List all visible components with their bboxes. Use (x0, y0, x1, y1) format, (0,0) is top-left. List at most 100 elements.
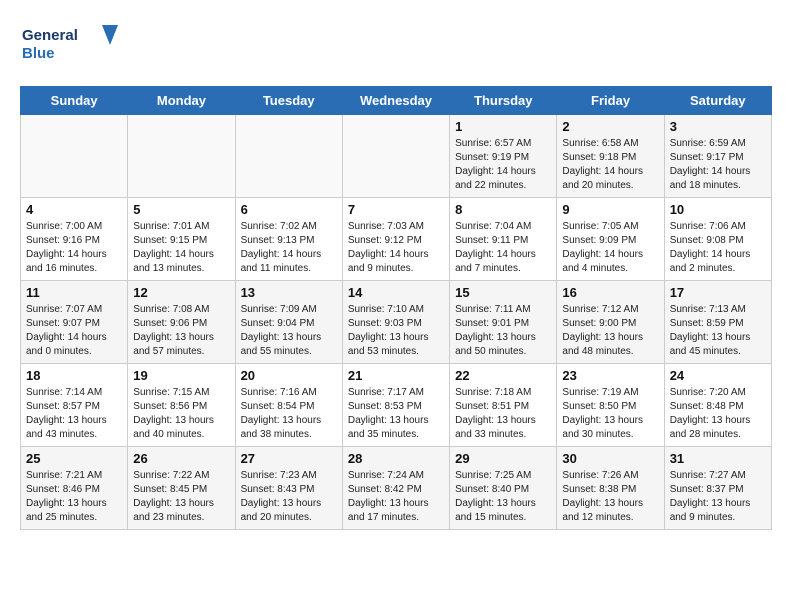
day-number: 19 (133, 368, 229, 383)
calendar-cell (128, 115, 235, 198)
logo-svg: General Blue (20, 20, 120, 70)
day-info: Sunrise: 7:26 AM Sunset: 8:38 PM Dayligh… (562, 469, 658, 525)
day-number: 16 (562, 285, 658, 300)
day-info: Sunrise: 7:16 AM Sunset: 8:54 PM Dayligh… (241, 386, 337, 442)
day-info: Sunrise: 7:18 AM Sunset: 8:51 PM Dayligh… (455, 386, 551, 442)
day-number: 28 (348, 451, 444, 466)
day-info: Sunrise: 7:14 AM Sunset: 8:57 PM Dayligh… (26, 386, 122, 442)
calendar-cell: 27 Sunrise: 7:23 AM Sunset: 8:43 PM Dayli… (235, 447, 342, 530)
calendar-cell: 4Sunrise: 7:00 AM Sunset: 9:16 PM Daylig… (21, 198, 128, 281)
day-info: Sunrise: 7:21 AM Sunset: 8:46 PM Dayligh… (26, 469, 122, 525)
day-info: Sunrise: 7:09 AM Sunset: 9:04 PM Dayligh… (241, 303, 337, 359)
day-number: 12 (133, 285, 229, 300)
day-info: Sunrise: 7:01 AM Sunset: 9:15 PM Dayligh… (133, 220, 229, 276)
day-number: 20 (241, 368, 337, 383)
day-number: 9 (562, 202, 658, 217)
calendar-cell: 17Sunrise: 7:13 AM Sunset: 8:59 PM Dayli… (664, 281, 771, 364)
page-header: General Blue (20, 20, 772, 70)
day-number: 23 (562, 368, 658, 383)
weekday-header-wednesday: Wednesday (342, 87, 449, 115)
calendar-week-row: 1 Sunrise: 6:57 AM Sunset: 9:19 PM Daylig… (21, 115, 772, 198)
day-info: Sunrise: 7:22 AM Sunset: 8:45 PM Dayligh… (133, 469, 229, 525)
calendar-cell: 3 Sunrise: 6:59 AM Sunset: 9:17 PM Daylig… (664, 115, 771, 198)
day-info: Sunrise: 7:02 AM Sunset: 9:13 PM Dayligh… (241, 220, 337, 276)
day-number: 15 (455, 285, 551, 300)
day-number: 2 (562, 119, 658, 134)
calendar-cell: 22 Sunrise: 7:18 AM Sunset: 8:51 PM Dayli… (450, 364, 557, 447)
calendar-cell: 15 Sunrise: 7:11 AM Sunset: 9:01 PM Dayli… (450, 281, 557, 364)
day-info: Sunrise: 6:58 AM Sunset: 9:18 PM Dayligh… (562, 137, 658, 193)
calendar-cell: 13 Sunrise: 7:09 AM Sunset: 9:04 PM Dayli… (235, 281, 342, 364)
day-info: Sunrise: 7:04 AM Sunset: 9:11 PM Dayligh… (455, 220, 551, 276)
calendar-cell: 24 Sunrise: 7:20 AM Sunset: 8:48 PM Dayli… (664, 364, 771, 447)
calendar-cell: 19 Sunrise: 7:15 AM Sunset: 8:56 PM Dayli… (128, 364, 235, 447)
day-info: Sunrise: 7:17 AM Sunset: 8:53 PM Dayligh… (348, 386, 444, 442)
svg-text:General: General (22, 27, 78, 44)
day-info: Sunrise: 7:05 AM Sunset: 9:09 PM Dayligh… (562, 220, 658, 276)
logo: General Blue (20, 20, 120, 70)
calendar-cell: 25Sunrise: 7:21 AM Sunset: 8:46 PM Dayli… (21, 447, 128, 530)
day-info: Sunrise: 7:11 AM Sunset: 9:01 PM Dayligh… (455, 303, 551, 359)
day-info: Sunrise: 6:57 AM Sunset: 9:19 PM Dayligh… (455, 137, 551, 193)
day-number: 29 (455, 451, 551, 466)
weekday-header-tuesday: Tuesday (235, 87, 342, 115)
calendar-cell: 7Sunrise: 7:03 AM Sunset: 9:12 PM Daylig… (342, 198, 449, 281)
calendar-table: SundayMondayTuesdayWednesdayThursdayFrid… (20, 86, 772, 530)
day-info: Sunrise: 7:19 AM Sunset: 8:50 PM Dayligh… (562, 386, 658, 442)
calendar-cell (342, 115, 449, 198)
svg-text:Blue: Blue (22, 45, 55, 62)
calendar-cell: 12 Sunrise: 7:08 AM Sunset: 9:06 PM Dayli… (128, 281, 235, 364)
calendar-cell: 2 Sunrise: 6:58 AM Sunset: 9:18 PM Daylig… (557, 115, 664, 198)
calendar-cell: 1 Sunrise: 6:57 AM Sunset: 9:19 PM Daylig… (450, 115, 557, 198)
day-info: Sunrise: 7:27 AM Sunset: 8:37 PM Dayligh… (670, 469, 766, 525)
calendar-cell: 5 Sunrise: 7:01 AM Sunset: 9:15 PM Daylig… (128, 198, 235, 281)
day-number: 5 (133, 202, 229, 217)
day-info: Sunrise: 7:07 AM Sunset: 9:07 PM Dayligh… (26, 303, 122, 359)
day-info: Sunrise: 7:12 AM Sunset: 9:00 PM Dayligh… (562, 303, 658, 359)
day-info: Sunrise: 7:10 AM Sunset: 9:03 PM Dayligh… (348, 303, 444, 359)
calendar-cell: 23 Sunrise: 7:19 AM Sunset: 8:50 PM Dayli… (557, 364, 664, 447)
day-number: 18 (26, 368, 122, 383)
day-number: 26 (133, 451, 229, 466)
day-number: 3 (670, 119, 766, 134)
weekday-header-friday: Friday (557, 87, 664, 115)
day-info: Sunrise: 7:13 AM Sunset: 8:59 PM Dayligh… (670, 303, 766, 359)
day-info: Sunrise: 7:25 AM Sunset: 8:40 PM Dayligh… (455, 469, 551, 525)
day-number: 31 (670, 451, 766, 466)
calendar-week-row: 4Sunrise: 7:00 AM Sunset: 9:16 PM Daylig… (21, 198, 772, 281)
day-number: 13 (241, 285, 337, 300)
calendar-cell: 26 Sunrise: 7:22 AM Sunset: 8:45 PM Dayli… (128, 447, 235, 530)
day-number: 4 (26, 202, 122, 217)
day-info: Sunrise: 7:23 AM Sunset: 8:43 PM Dayligh… (241, 469, 337, 525)
day-number: 8 (455, 202, 551, 217)
calendar-cell (235, 115, 342, 198)
day-info: Sunrise: 7:08 AM Sunset: 9:06 PM Dayligh… (133, 303, 229, 359)
day-info: Sunrise: 7:15 AM Sunset: 8:56 PM Dayligh… (133, 386, 229, 442)
day-number: 21 (348, 368, 444, 383)
weekday-header-saturday: Saturday (664, 87, 771, 115)
calendar-cell: 30Sunrise: 7:26 AM Sunset: 8:38 PM Dayli… (557, 447, 664, 530)
weekday-header-monday: Monday (128, 87, 235, 115)
calendar-week-row: 25Sunrise: 7:21 AM Sunset: 8:46 PM Dayli… (21, 447, 772, 530)
calendar-cell: 16 Sunrise: 7:12 AM Sunset: 9:00 PM Dayli… (557, 281, 664, 364)
calendar-week-row: 18 Sunrise: 7:14 AM Sunset: 8:57 PM Dayli… (21, 364, 772, 447)
weekday-header-thursday: Thursday (450, 87, 557, 115)
day-number: 24 (670, 368, 766, 383)
calendar-cell: 18 Sunrise: 7:14 AM Sunset: 8:57 PM Dayli… (21, 364, 128, 447)
day-number: 1 (455, 119, 551, 134)
day-number: 6 (241, 202, 337, 217)
day-info: Sunrise: 7:20 AM Sunset: 8:48 PM Dayligh… (670, 386, 766, 442)
calendar-cell (21, 115, 128, 198)
day-number: 22 (455, 368, 551, 383)
calendar-cell: 14 Sunrise: 7:10 AM Sunset: 9:03 PM Dayli… (342, 281, 449, 364)
calendar-cell: 20 Sunrise: 7:16 AM Sunset: 8:54 PM Dayli… (235, 364, 342, 447)
weekday-header-row: SundayMondayTuesdayWednesdayThursdayFrid… (21, 87, 772, 115)
calendar-cell: 6 Sunrise: 7:02 AM Sunset: 9:13 PM Daylig… (235, 198, 342, 281)
day-number: 14 (348, 285, 444, 300)
calendar-week-row: 11Sunrise: 7:07 AM Sunset: 9:07 PM Dayli… (21, 281, 772, 364)
day-info: Sunrise: 6:59 AM Sunset: 9:17 PM Dayligh… (670, 137, 766, 193)
calendar-cell: 9 Sunrise: 7:05 AM Sunset: 9:09 PM Daylig… (557, 198, 664, 281)
day-number: 27 (241, 451, 337, 466)
day-info: Sunrise: 7:24 AM Sunset: 8:42 PM Dayligh… (348, 469, 444, 525)
calendar-cell: 10Sunrise: 7:06 AM Sunset: 9:08 PM Dayli… (664, 198, 771, 281)
